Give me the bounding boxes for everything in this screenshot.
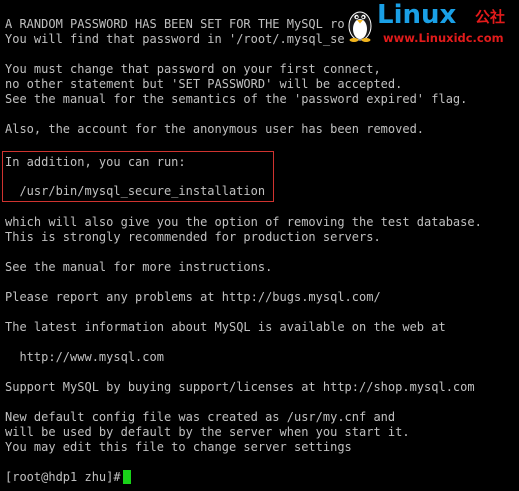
terminal-line: New default config file was created as /… xyxy=(5,410,396,424)
shell-prompt: [root@hdp1 zhu]# xyxy=(5,470,128,484)
terminal-line: Also, the account for the anonymous user… xyxy=(5,122,425,136)
watermark-brand-cn: 公社 xyxy=(475,8,506,26)
terminal-window[interactable]: A RANDOM PASSWORD HAS BEEN SET FOR THE M… xyxy=(0,0,519,491)
highlight-annotation-box xyxy=(2,151,274,202)
terminal-line: You must change that password on your fi… xyxy=(5,62,381,76)
terminal-line: See the manual for the semantics of the … xyxy=(5,92,468,106)
terminal-line: You will find that password in '/root/.m… xyxy=(5,32,388,46)
terminal-line: You may edit this file to change server … xyxy=(5,440,352,454)
terminal-line: no other statement but 'SET PASSWORD' wi… xyxy=(5,77,403,91)
terminal-line: http://www.mysql.com xyxy=(5,350,164,364)
terminal-line: Support MySQL by buying support/licenses… xyxy=(5,380,475,394)
tux-penguin-icon xyxy=(348,11,372,42)
site-watermark: Linux 公社 www.Linuxidc.com xyxy=(345,0,515,48)
terminal-line: The latest information about MySQL is av… xyxy=(5,320,446,334)
watermark-brand: Linux xyxy=(377,0,457,30)
watermark-url: www.Linuxidc.com xyxy=(383,31,504,45)
terminal-line: Please report any problems at http://bug… xyxy=(5,290,381,304)
terminal-line: which will also give you the option of r… xyxy=(5,215,482,229)
terminal-line: This is strongly recommended for product… xyxy=(5,230,381,244)
terminal-line: will be used by default by the server wh… xyxy=(5,425,410,439)
terminal-line: See the manual for more instructions. xyxy=(5,260,273,274)
terminal-cursor xyxy=(123,470,131,484)
